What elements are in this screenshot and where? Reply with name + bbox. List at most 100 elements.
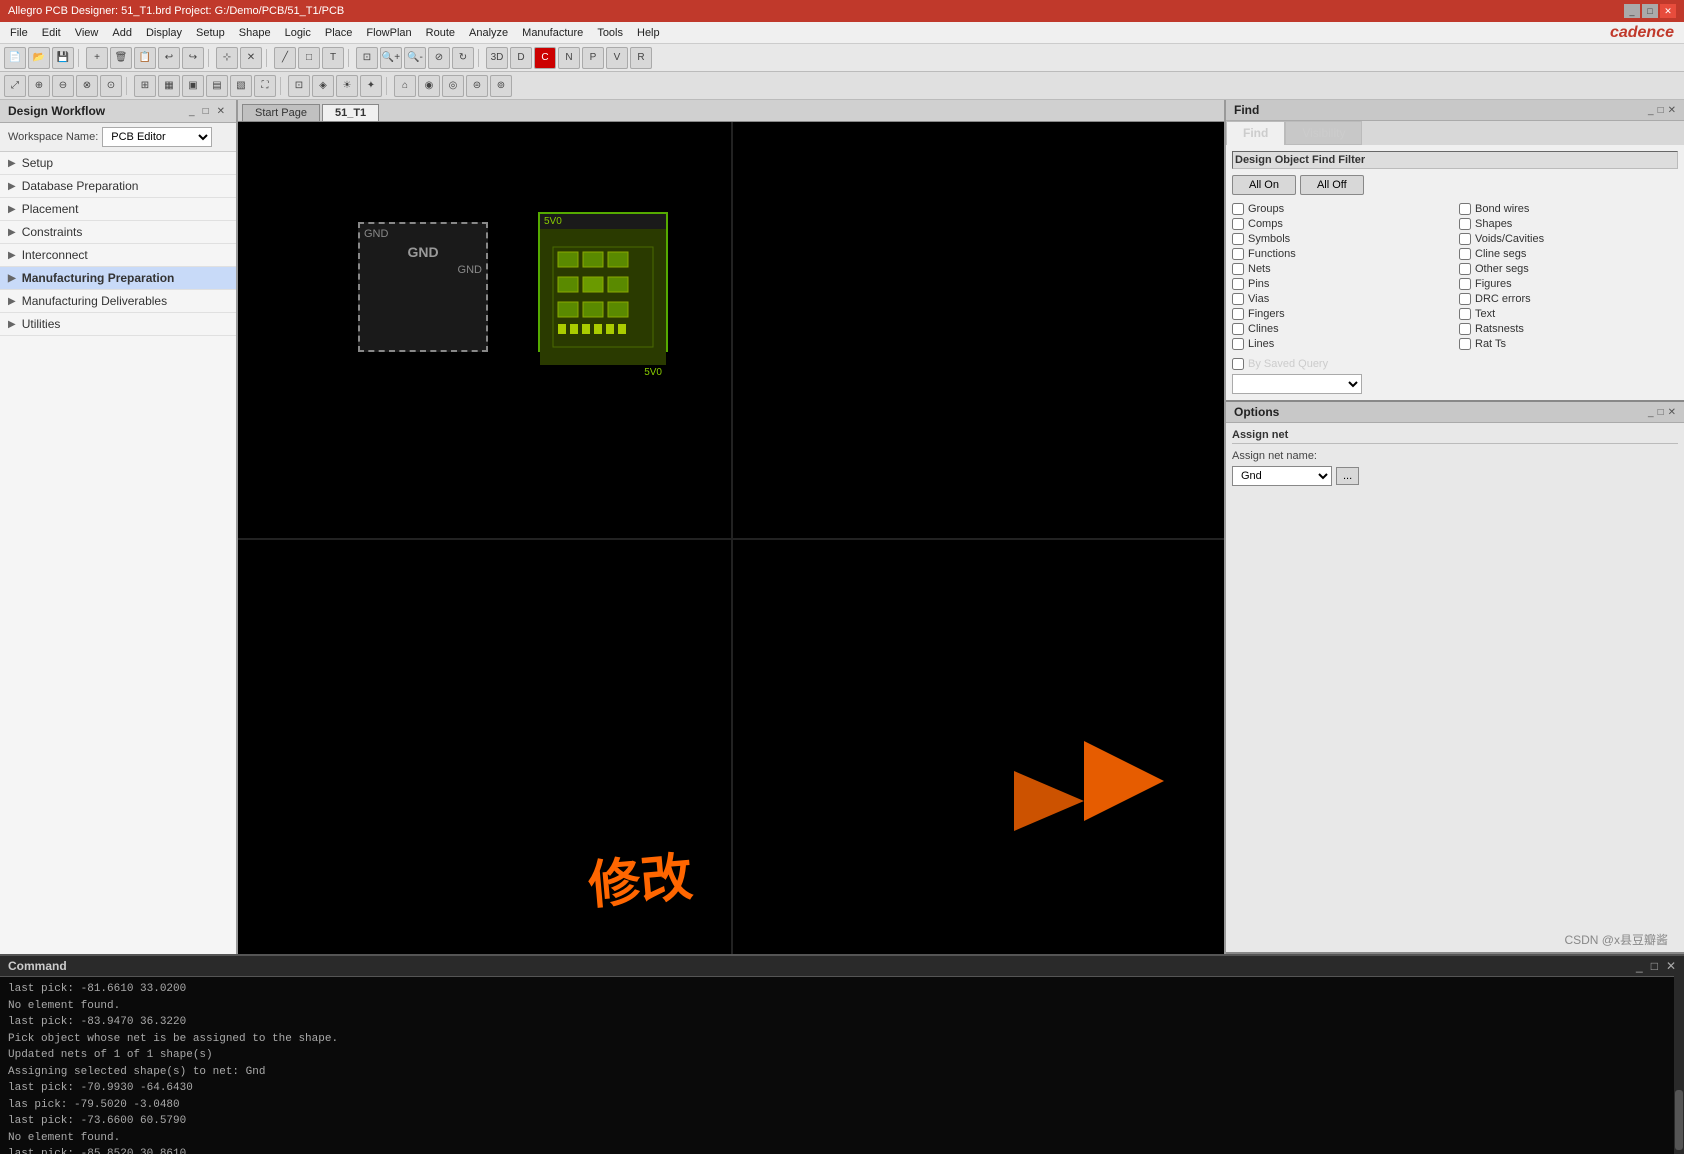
tb-r9[interactable]: ▤: [206, 75, 228, 97]
tb-add[interactable]: +: [86, 47, 108, 69]
tb-r5[interactable]: ⊙: [100, 75, 122, 97]
all-on-button[interactable]: All On: [1232, 175, 1296, 195]
pcb-canvas[interactable]: GND GND GND 5V0: [238, 122, 1224, 954]
cb-fingers-input[interactable]: [1232, 308, 1244, 320]
cb-cline-segs-input[interactable]: [1459, 248, 1471, 260]
tb-new[interactable]: 📄: [4, 47, 26, 69]
assign-net-select[interactable]: Gnd 5V0 VCC GND: [1232, 466, 1332, 486]
tb-r17[interactable]: ◉: [418, 75, 440, 97]
scrollbar-thumb[interactable]: [1675, 1090, 1683, 1150]
panel-float[interactable]: □: [200, 105, 212, 118]
menu-setup[interactable]: Setup: [190, 25, 231, 41]
tb-r19[interactable]: ⊜: [466, 75, 488, 97]
cb-bond-wires-input[interactable]: [1459, 203, 1471, 215]
menu-add[interactable]: Add: [106, 25, 138, 41]
find-minimize-btn[interactable]: _: [1648, 105, 1654, 116]
tb-r4[interactable]: ⊗: [76, 75, 98, 97]
saved-query-select[interactable]: [1232, 374, 1362, 394]
tb-r20[interactable]: ⊚: [490, 75, 512, 97]
by-saved-query-checkbox[interactable]: [1232, 358, 1244, 370]
tb-r8[interactable]: ▣: [182, 75, 204, 97]
tb-r15[interactable]: ✦: [360, 75, 382, 97]
tb-zoom-in[interactable]: 🔍+: [380, 47, 402, 69]
workflow-setup[interactable]: ▶ Setup: [0, 152, 236, 175]
find-close-btn[interactable]: ✕: [1668, 105, 1676, 116]
tb-rat[interactable]: R: [630, 47, 652, 69]
cb-text-input[interactable]: [1459, 308, 1471, 320]
tb-r12[interactable]: ⊡: [288, 75, 310, 97]
cb-groups-input[interactable]: [1232, 203, 1244, 215]
cb-clines-input[interactable]: [1232, 323, 1244, 335]
tab-find[interactable]: Find: [1226, 121, 1285, 145]
tb-r2[interactable]: ⊕: [28, 75, 50, 97]
tab-start-page[interactable]: Start Page: [242, 104, 320, 121]
tb-r18[interactable]: ◎: [442, 75, 464, 97]
menu-edit[interactable]: Edit: [36, 25, 67, 41]
tb-zoom-fit[interactable]: ⊡: [356, 47, 378, 69]
minimize-button[interactable]: _: [1624, 4, 1640, 18]
tb-redo[interactable]: ↪: [182, 47, 204, 69]
tb-r10[interactable]: ▧: [230, 75, 252, 97]
cmd-float-btn[interactable]: □: [1651, 959, 1658, 973]
tb-copy[interactable]: 📋: [134, 47, 156, 69]
menu-file[interactable]: File: [4, 25, 34, 41]
tb-color[interactable]: C: [534, 47, 556, 69]
cb-figures-input[interactable]: [1459, 278, 1471, 290]
tb-r11[interactable]: ⛶: [254, 75, 276, 97]
cb-functions-input[interactable]: [1232, 248, 1244, 260]
workflow-db-prep[interactable]: ▶ Database Preparation: [0, 175, 236, 198]
tb-shape[interactable]: □: [298, 47, 320, 69]
cb-rat-ts-input[interactable]: [1459, 338, 1471, 350]
workflow-utilities[interactable]: ▶ Utilities: [0, 313, 236, 336]
find-float-btn[interactable]: □: [1658, 105, 1664, 116]
cb-drc-errors-input[interactable]: [1459, 293, 1471, 305]
cb-shapes-input[interactable]: [1459, 218, 1471, 230]
options-minimize-btn[interactable]: _: [1648, 407, 1654, 418]
menu-analyze[interactable]: Analyze: [463, 25, 514, 41]
tb-zoom-prev[interactable]: ⊘: [428, 47, 450, 69]
workflow-mfg-del[interactable]: ▶ Manufacturing Deliverables: [0, 290, 236, 313]
workflow-constraints[interactable]: ▶ Constraints: [0, 221, 236, 244]
tb-r6[interactable]: ⊞: [134, 75, 156, 97]
options-float-btn[interactable]: □: [1658, 407, 1664, 418]
menu-shape[interactable]: Shape: [233, 25, 277, 41]
tb-drc[interactable]: D: [510, 47, 532, 69]
tb-r16[interactable]: ⌂: [394, 75, 416, 97]
restore-button[interactable]: □: [1642, 4, 1658, 18]
panel-minimize[interactable]: _: [186, 105, 198, 118]
tb-r13[interactable]: ◈: [312, 75, 334, 97]
cmd-close-btn[interactable]: ✕: [1666, 959, 1676, 973]
menu-manufacture[interactable]: Manufacture: [516, 25, 589, 41]
workspace-select[interactable]: PCB Editor: [102, 127, 212, 147]
menu-display[interactable]: Display: [140, 25, 188, 41]
tb-r7[interactable]: ▦: [158, 75, 180, 97]
tb-undo[interactable]: ↩: [158, 47, 180, 69]
cb-other-segs-input[interactable]: [1459, 263, 1471, 275]
tb-refresh[interactable]: ↻: [452, 47, 474, 69]
cb-vias-input[interactable]: [1232, 293, 1244, 305]
tb-r3[interactable]: ⊖: [52, 75, 74, 97]
workflow-interconnect[interactable]: ▶ Interconnect: [0, 244, 236, 267]
close-button[interactable]: ✕: [1660, 4, 1676, 18]
menu-view[interactable]: View: [69, 25, 105, 41]
cb-ratsnests-input[interactable]: [1459, 323, 1471, 335]
tb-desel[interactable]: ✕: [240, 47, 262, 69]
cb-comps-input[interactable]: [1232, 218, 1244, 230]
all-off-button[interactable]: All Off: [1300, 175, 1364, 195]
menu-logic[interactable]: Logic: [279, 25, 317, 41]
workflow-placement[interactable]: ▶ Placement: [0, 198, 236, 221]
pcb-5v0-component[interactable]: 5V0: [538, 212, 668, 352]
tb-3d[interactable]: 3D: [486, 47, 508, 69]
tb-select[interactable]: ⊹: [216, 47, 238, 69]
tb-pad[interactable]: P: [582, 47, 604, 69]
panel-close[interactable]: ✕: [214, 105, 228, 118]
tb-net[interactable]: N: [558, 47, 580, 69]
tb-delete[interactable]: 🗑: [110, 47, 132, 69]
cb-symbols-input[interactable]: [1232, 233, 1244, 245]
cb-lines-input[interactable]: [1232, 338, 1244, 350]
menu-flowplan[interactable]: FlowPlan: [360, 25, 417, 41]
menu-tools[interactable]: Tools: [591, 25, 629, 41]
tb-via[interactable]: V: [606, 47, 628, 69]
cb-voids-input[interactable]: [1459, 233, 1471, 245]
tb-zoom-out[interactable]: 🔍-: [404, 47, 426, 69]
